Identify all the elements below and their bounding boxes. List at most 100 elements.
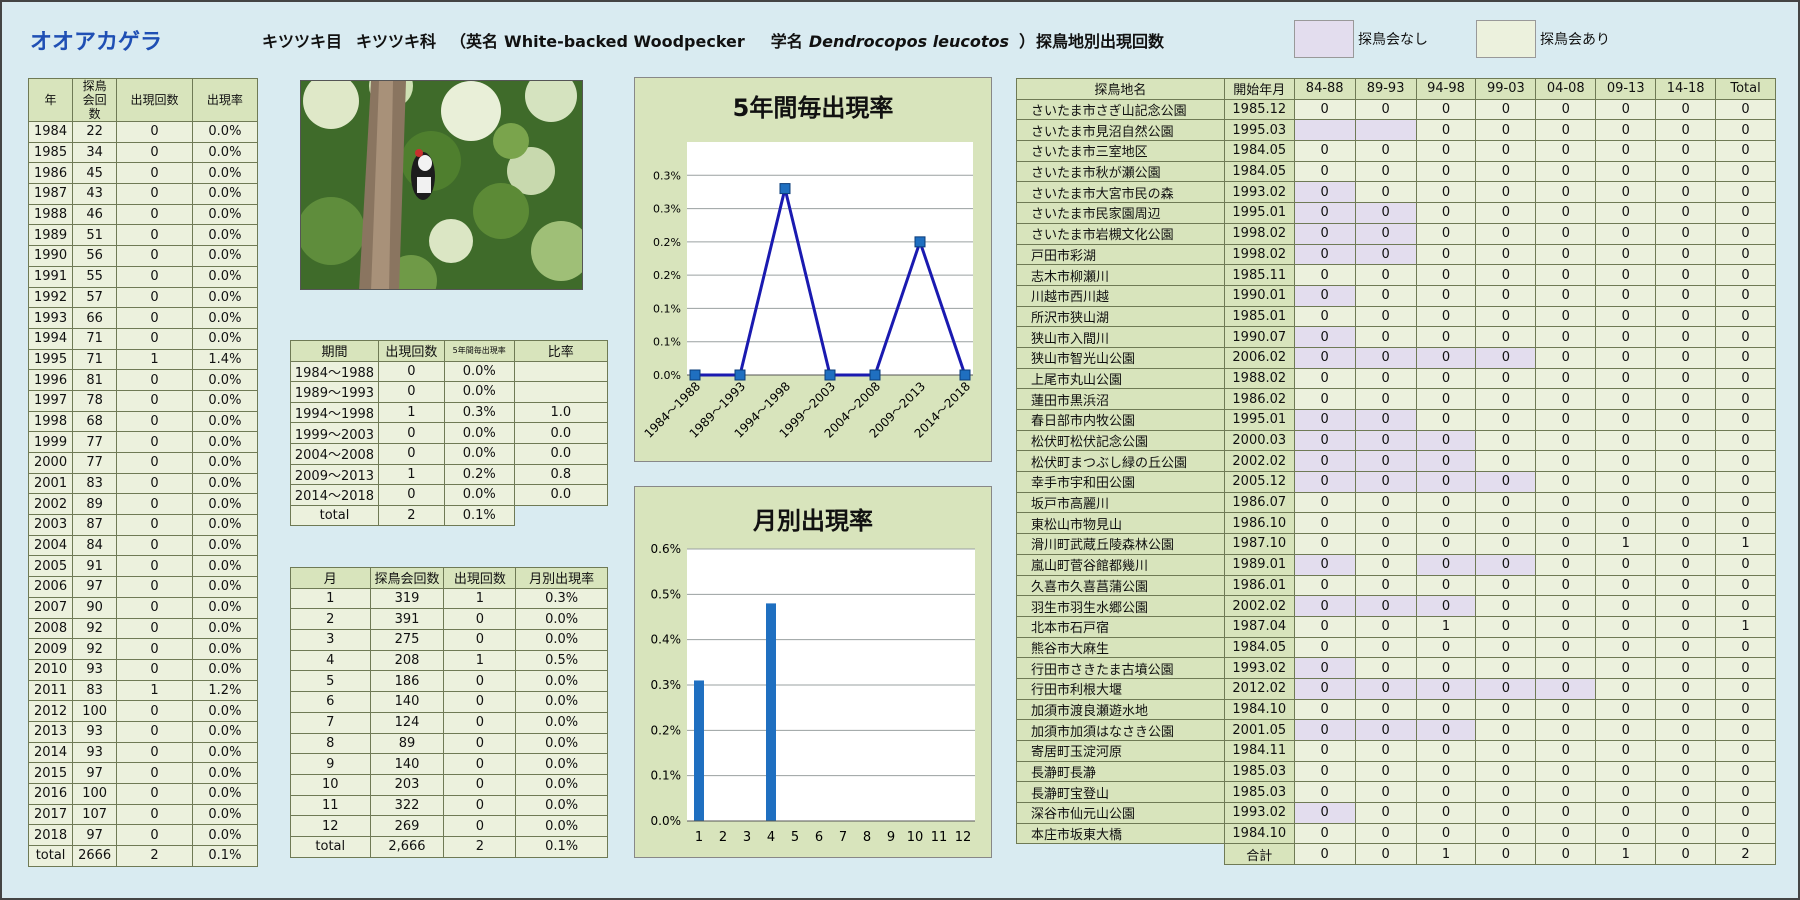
site-count-cell: 0 <box>1293 740 1356 762</box>
site-count-cell: 0 <box>1595 222 1657 245</box>
period-cell: 0 <box>377 484 445 506</box>
site-count-cell: 0 <box>1415 636 1477 659</box>
site-count-cell: 0 <box>1475 367 1537 390</box>
year-cell: 0.0% <box>191 431 259 453</box>
site-count-cell: 0 <box>1293 574 1356 597</box>
site-count-cell: 0 <box>1293 677 1356 700</box>
period-ratio-header: 比率 <box>513 340 609 362</box>
site-total-cell: 0 <box>1655 843 1717 866</box>
year-cell: 0 <box>116 824 193 847</box>
year-row: 2011 83 1 1.2% <box>27 679 259 702</box>
site-name-cell: 長瀞町宝登山 <box>1016 781 1225 804</box>
site-row: 加須市渡良瀬遊水地 1984.10 0 0 0 0 0 0 0 0 <box>1016 698 1776 721</box>
site-count-cell: 0 <box>1415 698 1477 721</box>
site-count-cell: 0 <box>1595 284 1657 307</box>
month-cell: 1 <box>443 587 517 610</box>
year-cell: 0.0% <box>191 327 259 350</box>
year-total-cell: 2 <box>116 845 193 867</box>
site-count-cell: 0 <box>1655 367 1717 390</box>
year-row: 1984 22 0 0.0% <box>27 121 259 143</box>
site-count-cell: 0 <box>1354 740 1417 762</box>
site-count-cell: 0 <box>1415 284 1477 307</box>
data-point <box>914 236 926 248</box>
year-cell: 1.4% <box>191 348 259 371</box>
site-name-cell: 狭山市入間川 <box>1016 326 1225 348</box>
month-cell: 0 <box>443 794 517 817</box>
site-count-cell: 0 <box>1293 553 1356 576</box>
site-name-cell: 深谷市仙元山公園 <box>1016 802 1225 824</box>
year-cell: 1990 <box>27 245 74 267</box>
year-row: 2017 107 0 0.0% <box>27 803 259 826</box>
site-name-cell: さいたま市三室地区 <box>1016 140 1225 162</box>
month-cell: 0.0% <box>515 753 608 775</box>
site-total-cell: 0 <box>1354 843 1417 866</box>
site-name-cell: 東松山市物見山 <box>1016 512 1225 535</box>
site-count-cell: 0 <box>1354 802 1417 824</box>
year-cell: 0 <box>116 803 193 826</box>
site-count-cell: 0 <box>1475 346 1537 369</box>
site-row: さいたま市大宮市民の森 1993.02 0 0 0 0 0 0 0 0 <box>1016 181 1776 204</box>
site-row: 加須市加須はなさき公園 2001.05 0 0 0 0 0 0 0 0 <box>1016 719 1776 741</box>
site-count-cell: 0 <box>1715 326 1776 348</box>
year-cell: 77 <box>72 452 118 474</box>
site-header-cell: 14-18 <box>1655 78 1717 100</box>
year-table: 年 探鳥会回数 出現回数 出現率 1984 22 0 0.0% 1985 34 0 0.0% 1… <box>27 78 259 867</box>
period-total-cell: 2 <box>377 504 445 527</box>
year-cell: 34 <box>72 141 118 164</box>
site-count-cell: 0 <box>1415 553 1477 576</box>
site-start-cell: 1986.07 <box>1223 491 1295 514</box>
year-row: 2008 92 0 0.0% <box>27 617 259 640</box>
site-count-cell: 0 <box>1715 781 1776 804</box>
month-cell: 0.0% <box>515 732 608 755</box>
site-count-cell: 0 <box>1595 181 1657 204</box>
month-row: 1 319 1 0.3% <box>290 587 608 610</box>
year-row: 2004 84 0 0.0% <box>27 534 259 557</box>
legend-label-no-survey: 探鳥会なし <box>1358 32 1428 48</box>
site-start-cell: 1984.05 <box>1223 140 1295 162</box>
site-start-cell: 2006.02 <box>1223 346 1295 369</box>
year-row: 2014 93 0 0.0% <box>27 741 259 764</box>
site-count-cell: 0 <box>1655 491 1717 514</box>
month-cell: 6 <box>290 691 371 713</box>
site-count-cell: 0 <box>1715 98 1776 121</box>
site-row: 蓮田市黒浜沼 1986.02 0 0 0 0 0 0 0 0 <box>1016 388 1776 410</box>
site-start-cell: 2005.12 <box>1223 471 1295 493</box>
site-count-cell: 0 <box>1535 98 1597 121</box>
month-cell: 1 <box>443 649 517 672</box>
site-start-cell: 2002.02 <box>1223 450 1295 473</box>
site-count-cell: 0 <box>1415 429 1477 452</box>
site-count-cell: 0 <box>1293 181 1356 204</box>
site-count-cell: 0 <box>1475 429 1537 452</box>
year-cell: 2000 <box>27 452 74 474</box>
y-tick-label: 0.6% <box>651 542 682 556</box>
site-count-cell: 0 <box>1415 719 1477 741</box>
period-cell: 0.0 <box>513 422 609 444</box>
year-cell: 2002 <box>27 493 74 516</box>
site-name-cell: 久喜市久喜菖蒲公園 <box>1016 574 1225 597</box>
month-row: 9 140 0 0.0% <box>290 753 608 775</box>
site-count-cell: 0 <box>1535 760 1597 783</box>
site-count-cell: 0 <box>1475 698 1537 721</box>
month-cell: 0.0% <box>515 711 608 734</box>
site-count-cell: 0 <box>1595 346 1657 369</box>
five-year-chart-panel: 5年間毎出現率 0.0% 0.1% 0.1% 0.2% 0.2% 0.3% 0.3% 1984… <box>634 77 992 462</box>
site-count-cell: 0 <box>1293 367 1356 390</box>
month-total-row: total 2,666 2 0.1% <box>290 835 608 858</box>
y-tick-label: 0.3% <box>651 678 682 692</box>
site-header-cell: 99-03 <box>1475 78 1537 100</box>
site-row: 行田市利根大堰 2012.02 0 0 0 0 0 0 0 0 <box>1016 677 1776 700</box>
site-name-cell: 幸手市宇和田公園 <box>1016 471 1225 493</box>
site-row: さいたま市見沼自然公園 1995.03 0 0 0 0 0 0 <box>1016 119 1776 142</box>
site-count-cell: 0 <box>1354 181 1417 204</box>
site-header-cell: Total <box>1715 78 1776 100</box>
year-cell: 84 <box>72 534 118 557</box>
site-row: 長瀞町長瀞 1985.03 0 0 0 0 0 0 0 0 <box>1016 760 1776 783</box>
year-cell: 0 <box>116 410 193 433</box>
site-count-cell: 0 <box>1354 677 1417 700</box>
site-count-cell: 0 <box>1655 574 1717 597</box>
site-count-cell: 0 <box>1354 409 1417 431</box>
site-count-cell: 0 <box>1535 719 1597 741</box>
site-row: 志木市柳瀬川 1985.11 0 0 0 0 0 0 0 0 <box>1016 264 1776 286</box>
year-cell: 0.0% <box>191 203 259 226</box>
year-cell: 2014 <box>27 741 74 764</box>
